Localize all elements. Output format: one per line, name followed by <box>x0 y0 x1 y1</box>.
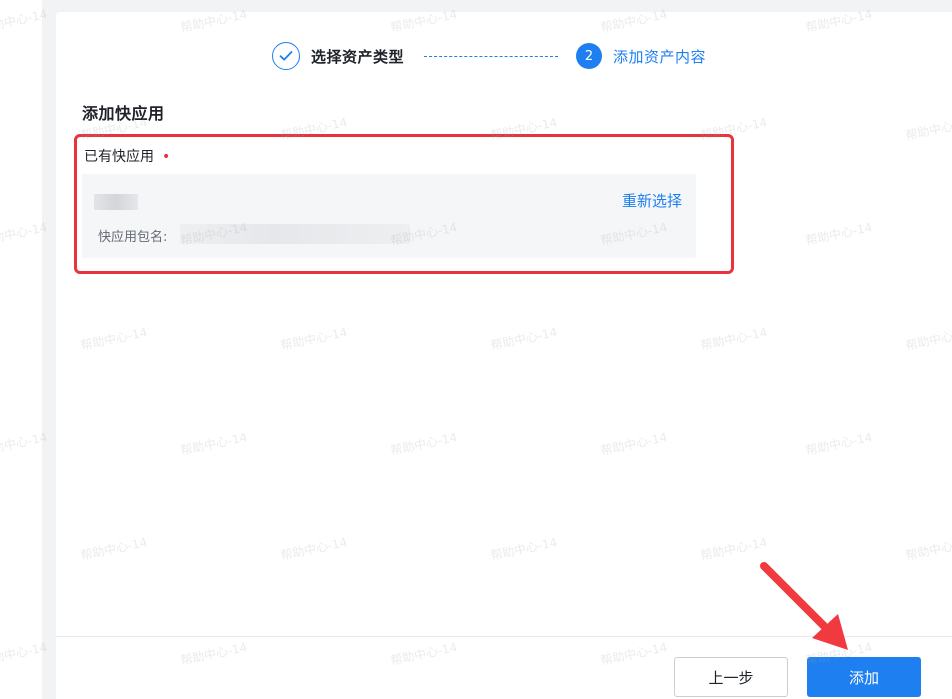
step-select-type: 选择资产类型 <box>272 42 404 70</box>
prev-step-button[interactable]: 上一步 <box>674 657 788 697</box>
step-connector <box>424 55 559 57</box>
check-icon <box>272 42 300 70</box>
add-button[interactable]: 添加 <box>807 657 921 697</box>
step1-label: 选择资产类型 <box>311 47 405 66</box>
section-title: 添加快应用 <box>82 104 165 123</box>
step2-label: 添加资产内容 <box>613 47 707 66</box>
stepper: 选择资产类型 2 添加资产内容 <box>272 40 706 72</box>
step-add-content: 2 添加资产内容 <box>576 43 706 69</box>
footer-bar: 上一步 添加 <box>56 636 952 699</box>
left-gutter <box>0 0 42 699</box>
asset-panel: 选择资产类型 2 添加资产内容 添加快应用 已有快应用 • 快应用包名: 重新选择… <box>56 12 952 699</box>
highlight-annotation <box>74 134 734 274</box>
step2-number: 2 <box>576 43 603 69</box>
